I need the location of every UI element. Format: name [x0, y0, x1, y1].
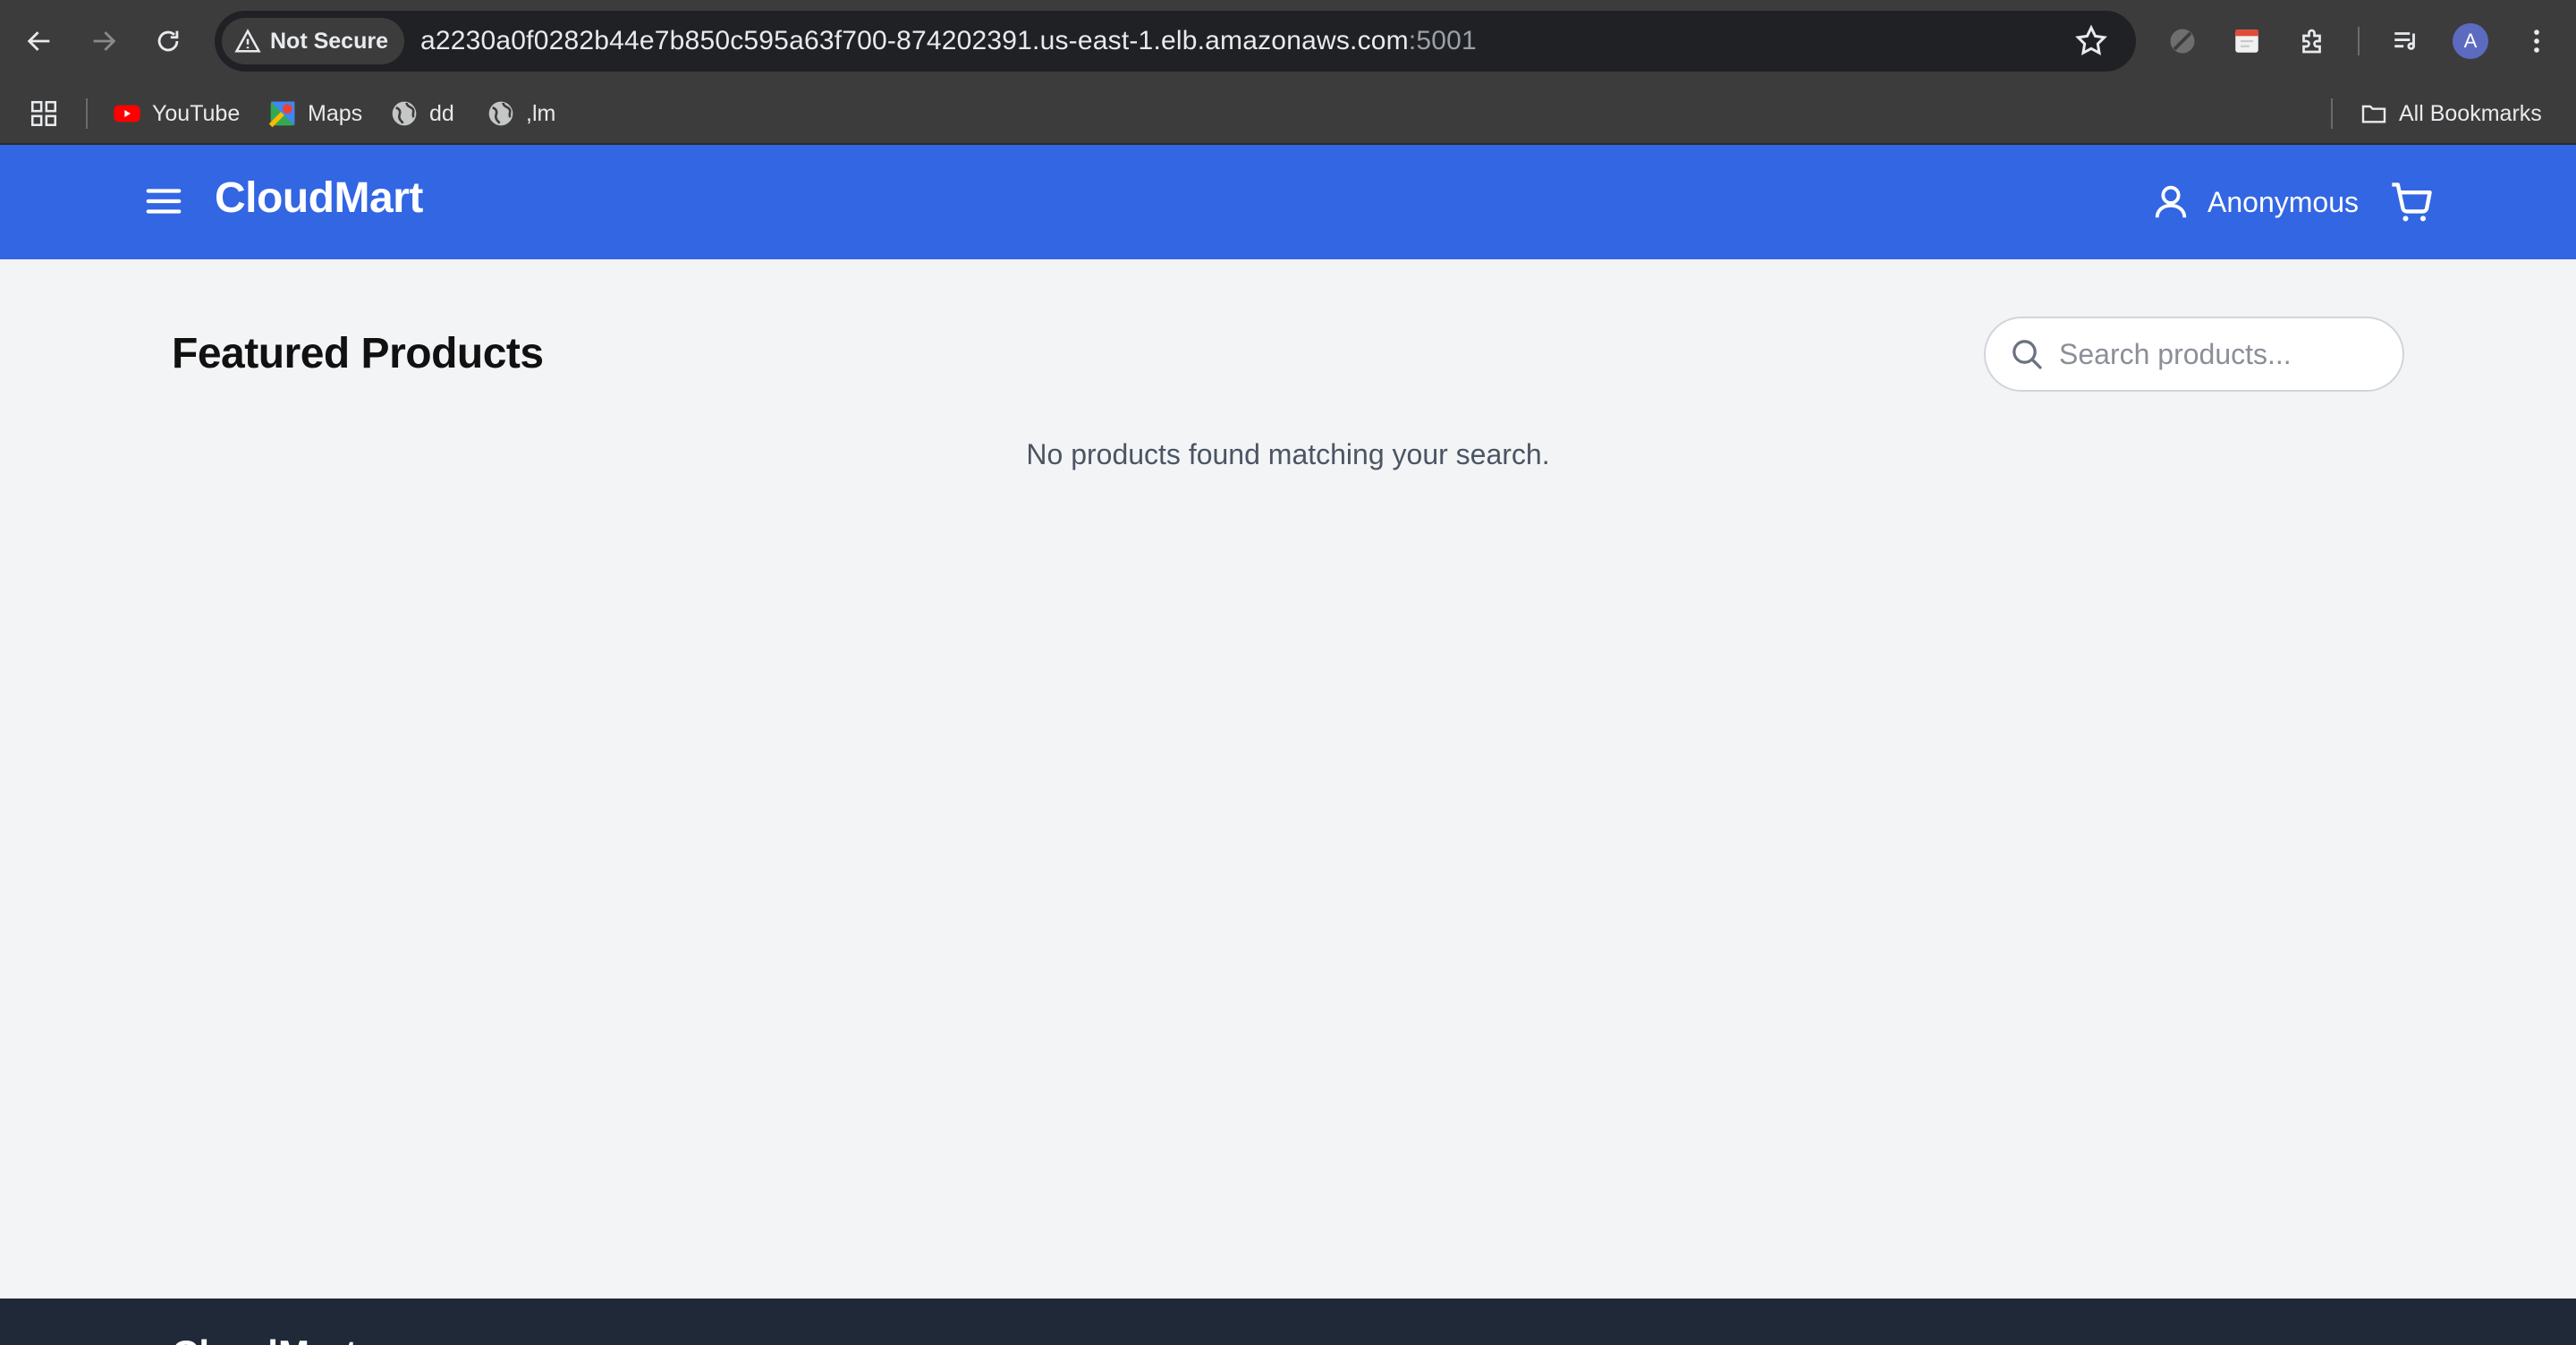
all-bookmarks-button[interactable]: All Bookmarks	[2360, 95, 2542, 132]
app-header: CloudMart Anonymous	[0, 145, 2576, 259]
security-indicator[interactable]: Not Secure	[222, 18, 404, 64]
cart-icon[interactable]	[2388, 179, 2435, 225]
main-content: Featured Products No products found matc…	[0, 259, 2576, 1298]
url-text[interactable]: a2230a0f0282b44e7b850c595a63f700-8742023…	[420, 26, 1477, 56]
toolbar-divider	[2358, 27, 2360, 55]
extension-blocked-icon[interactable]	[2163, 21, 2202, 61]
bookmark-dd[interactable]: dd	[390, 95, 454, 132]
arrow-right-icon	[93, 31, 116, 51]
bookmark-label: dd	[429, 100, 454, 126]
browser-toolbar: Not Secure a2230a0f0282b44e7b850c595a63f…	[0, 0, 2576, 82]
reload-button[interactable]	[143, 16, 193, 66]
extension-calendar-icon[interactable]	[2227, 21, 2267, 61]
bookmark-star-icon[interactable]	[2073, 23, 2109, 59]
search-input[interactable]	[2059, 337, 2381, 371]
url-host: a2230a0f0282b44e7b850c595a63f700-8742023…	[419, 26, 1409, 55]
user-menu[interactable]: Anonymous	[2150, 177, 2359, 227]
bookmark-label: Maps	[308, 100, 363, 126]
all-bookmarks-label: All Bookmarks	[2399, 100, 2542, 126]
warning-icon	[234, 29, 261, 53]
brand-logo[interactable]: CloudMart	[215, 173, 423, 223]
maps-icon	[268, 99, 297, 128]
apps-button[interactable]	[29, 95, 59, 132]
footer-brand: CloudMart	[172, 1332, 358, 1345]
globe-icon	[390, 99, 419, 128]
folder-icon	[2360, 99, 2388, 128]
arrow-left-icon	[27, 31, 50, 51]
profile-avatar[interactable]: A	[2453, 23, 2488, 59]
youtube-icon	[113, 99, 141, 128]
bookmark-youtube[interactable]: YouTube	[113, 95, 240, 132]
back-button[interactable]	[14, 16, 64, 66]
extensions-puzzle-icon[interactable]	[2293, 21, 2333, 61]
menu-icon[interactable]	[143, 181, 184, 222]
bookmark-lm[interactable]: ,lm	[487, 95, 555, 132]
bookmarks-bar: YouTube Maps dd ,lm All Bookmarks	[0, 82, 2576, 145]
footer: CloudMart	[0, 1298, 2576, 1345]
bookmarks-divider	[86, 98, 88, 129]
bookmarks-divider	[2331, 98, 2333, 129]
search-box[interactable]	[1984, 317, 2404, 392]
page-title: Featured Products	[172, 330, 544, 377]
reload-icon	[157, 30, 179, 52]
globe-icon	[487, 99, 515, 128]
bookmark-maps[interactable]: Maps	[268, 95, 362, 132]
empty-state-message: No products found matching your search.	[1026, 438, 1550, 470]
security-label: Not Secure	[270, 28, 388, 54]
url-port: :5001	[1408, 26, 1477, 55]
search-icon	[2012, 340, 2042, 369]
address-bar[interactable]: Not Secure a2230a0f0282b44e7b850c595a63f…	[215, 11, 2136, 72]
bookmark-label: YouTube	[152, 100, 241, 126]
user-name: Anonymous	[2207, 185, 2359, 218]
bookmark-label: ,lm	[526, 100, 556, 126]
more-menu-icon[interactable]	[2517, 21, 2556, 61]
reading-list-icon[interactable]	[2386, 21, 2426, 61]
user-icon	[2155, 185, 2187, 218]
forward-button[interactable]	[79, 16, 129, 66]
apps-grid-icon	[30, 100, 57, 127]
